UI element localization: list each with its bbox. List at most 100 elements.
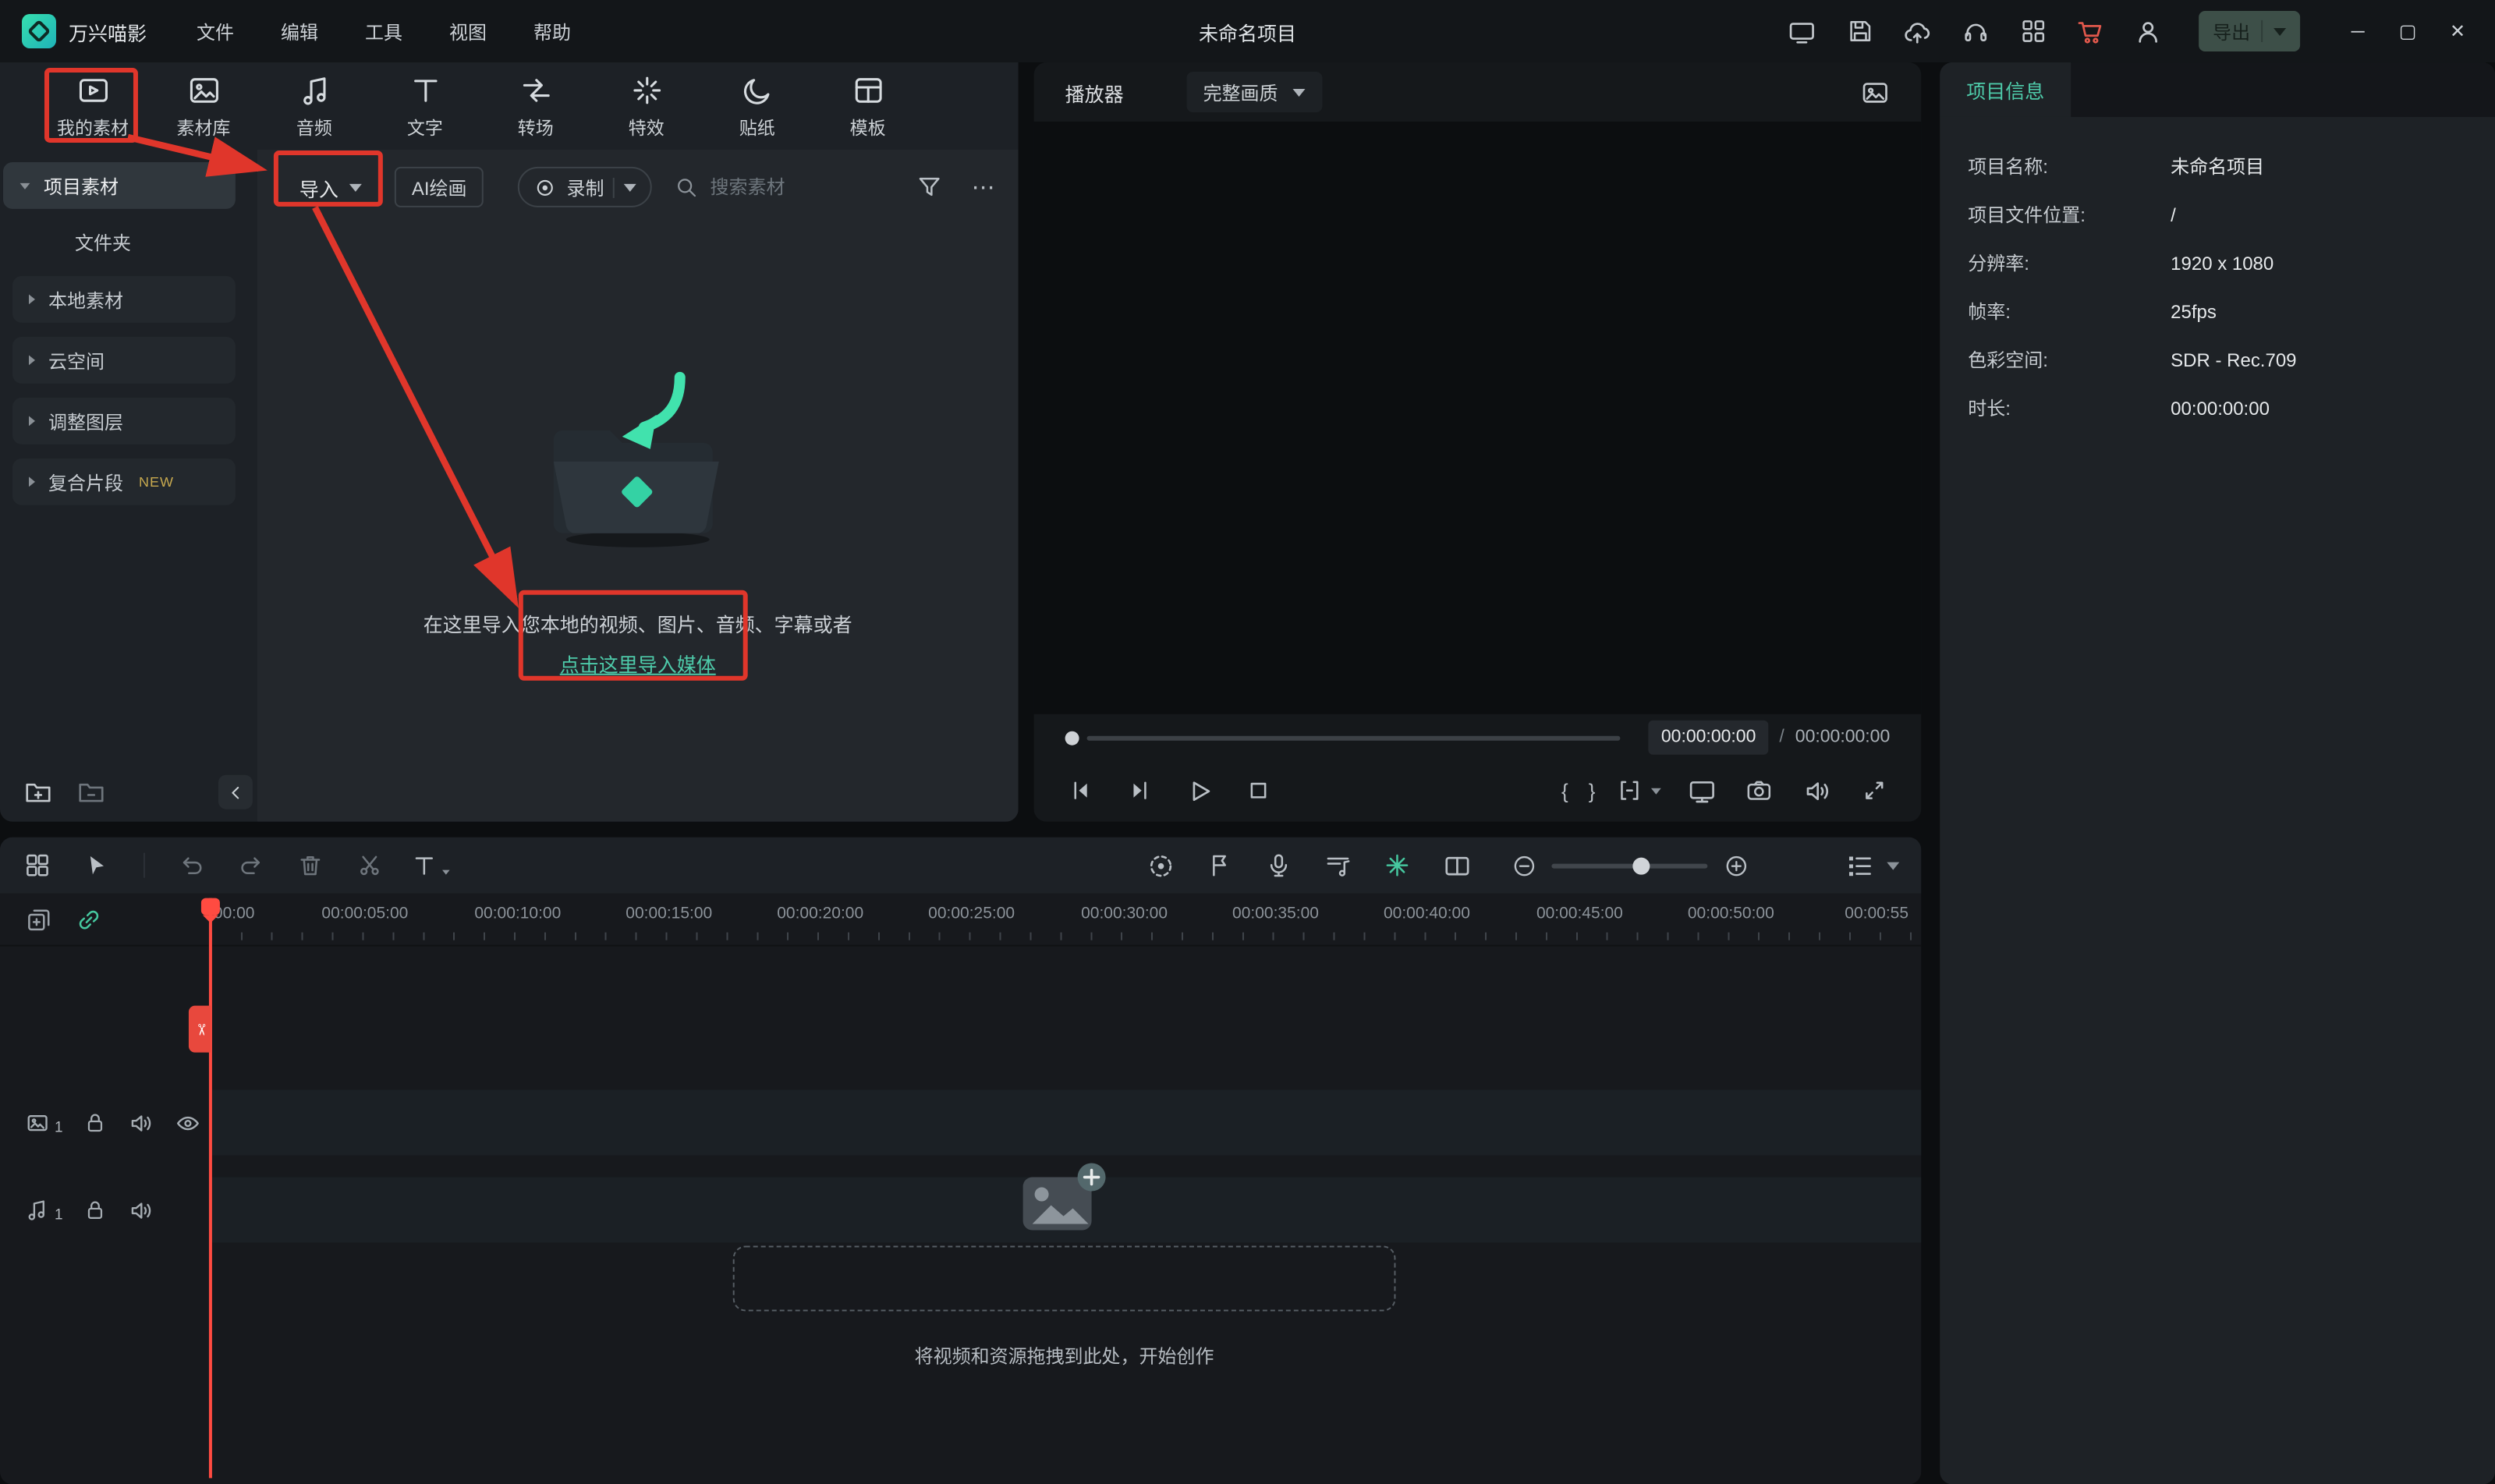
zoom-slider-handle[interactable] [1632,856,1650,874]
tab-label: 素材库 [176,119,231,138]
new-folder-icon[interactable] [22,775,53,806]
smart-effect-icon[interactable] [1378,847,1416,884]
current-time: 00:00:00:00 [1648,720,1769,755]
previous-frame-icon[interactable] [1062,772,1100,809]
fullscreen-icon[interactable] [1855,772,1893,809]
render-preview-icon[interactable] [1142,847,1179,884]
window-maximize-button[interactable]: ▢ [2383,0,2433,62]
transition-icon [519,73,553,107]
window-minimize-button[interactable]: ─ [2333,0,2383,62]
video-track-type: 1 [25,1110,63,1136]
video-lock-icon[interactable] [83,1110,108,1135]
undo-icon[interactable] [173,847,211,884]
text-tool-icon[interactable] [410,852,452,880]
playhead[interactable]: ✂ [188,898,220,1479]
menu-file[interactable]: 文件 [197,18,234,44]
tab-transitions[interactable]: 转场 [480,62,591,150]
import-folder-illustration [553,371,719,547]
account-icon[interactable] [2132,14,2166,48]
cloud-upload-icon[interactable] [1901,14,1935,48]
support-headset-icon[interactable] [1958,14,1993,48]
export-button[interactable]: 导出 [2199,10,2301,51]
quick-split-scissors-button[interactable]: ✂ [188,1005,211,1053]
auto-ripple-link-icon[interactable] [75,906,103,934]
track-manager-caret-icon[interactable] [1887,861,1900,870]
video-mute-icon[interactable] [129,1110,155,1136]
marker-icon[interactable] [1201,847,1239,884]
import-media-link[interactable]: 点击这里导入媒体 [560,649,716,678]
tab-label: 转场 [517,119,554,138]
store-cart-icon[interactable] [2074,14,2108,48]
sidebar-item-cloud-space[interactable]: 云空间 [12,336,236,384]
play-icon[interactable] [1181,772,1218,809]
search-input[interactable] [710,175,913,198]
delete-folder-icon[interactable] [75,775,106,806]
more-options-icon[interactable]: ⋯ [972,173,997,201]
stop-icon[interactable] [1240,772,1278,809]
zoom-in-icon[interactable] [1717,847,1754,884]
sidebar-item-compound-clip[interactable]: 复合片段 NEW [12,458,236,505]
record-button[interactable]: 录制 [518,166,653,207]
next-frame-icon[interactable] [1122,772,1159,809]
tab-text[interactable]: 文字 [370,62,480,150]
present-screen-icon[interactable] [1682,772,1720,809]
timeline-toolbar [0,837,1922,894]
video-track-lane [210,1089,1922,1156]
tab-stickers[interactable]: 贴纸 [702,62,813,150]
menu-tools[interactable]: 工具 [365,18,402,44]
timeline-drop-zone[interactable] [732,1245,1396,1312]
sidebar-item-adjustment-layer[interactable]: 调整图层 [12,397,236,444]
menu-view[interactable]: 视图 [449,18,487,44]
audio-lock-icon[interactable] [83,1198,108,1223]
volume-icon[interactable] [1798,772,1835,809]
timeline-ruler[interactable]: 00:00 00:00:05:00 00:00:10:00 00:00:15:0… [210,894,1922,945]
quality-dropdown[interactable]: 完整画质 [1185,71,1322,112]
zoom-out-icon[interactable] [1504,847,1542,884]
menu-help[interactable]: 帮助 [533,18,571,44]
track-manager-icon[interactable] [1840,847,1877,884]
sidebar-item-label: 本地素材 [48,289,123,311]
voiceover-mic-icon[interactable] [1260,847,1298,884]
media-view-icon[interactable] [19,847,56,884]
import-button[interactable]: 导入 [279,163,382,211]
audio-mute-icon[interactable] [129,1197,155,1224]
sidebar-item-project-media[interactable]: 项目素材 [2,161,236,209]
video-track-header: 1 [0,1090,211,1156]
mark-in-icon[interactable]: { [1561,779,1568,802]
split-scissors-icon[interactable] [351,847,388,884]
tab-templates[interactable]: 模板 [813,62,923,150]
display-mode-icon[interactable] [1785,14,1820,48]
audio-icon [297,73,331,107]
sidebar-item-local-media[interactable]: 本地素材 [12,275,236,323]
save-icon[interactable] [1843,14,1877,48]
player-progress-row: 00:00:00:00 / 00:00:00:00 [1034,717,1922,758]
tab-effects[interactable]: 特效 [591,62,702,150]
seek-bar[interactable] [1086,735,1621,740]
tab-stock-media[interactable]: 素材库 [148,62,259,150]
delete-icon[interactable] [292,847,329,884]
tab-my-media[interactable]: 我的素材 [37,62,148,150]
playhead-handle[interactable] [200,898,220,923]
trim-tool-button[interactable] [1615,777,1662,805]
ai-paint-button[interactable]: AI绘画 [394,166,484,207]
video-visibility-eye-icon[interactable] [175,1110,202,1136]
select-cursor-icon[interactable] [78,847,115,884]
menu-edit[interactable]: 编辑 [281,18,318,44]
seek-handle[interactable] [1065,730,1079,745]
preview-compare-icon[interactable] [1860,77,1890,107]
tab-project-info[interactable]: 项目信息 [1940,62,2071,117]
mark-out-icon[interactable]: } [1589,779,1596,802]
filter-icon[interactable] [916,173,944,201]
media-content: 导入 AI绘画 录制 ⋯ [257,149,1019,822]
sidebar-item-folders[interactable]: 文件夹 [12,223,236,262]
add-to-track-icon[interactable] [25,906,53,934]
audio-to-text-icon[interactable] [1319,847,1356,884]
sidebar-collapse-button[interactable] [218,774,253,809]
timeline-zoom-slider[interactable] [1551,856,1708,874]
plugins-grid-icon[interactable] [2016,14,2050,48]
tab-audio[interactable]: 音频 [259,62,370,150]
split-screen-icon[interactable] [1437,847,1475,884]
redo-icon[interactable] [232,847,270,884]
snapshot-camera-icon[interactable] [1740,772,1777,809]
window-close-button[interactable]: ✕ [2433,0,2483,62]
